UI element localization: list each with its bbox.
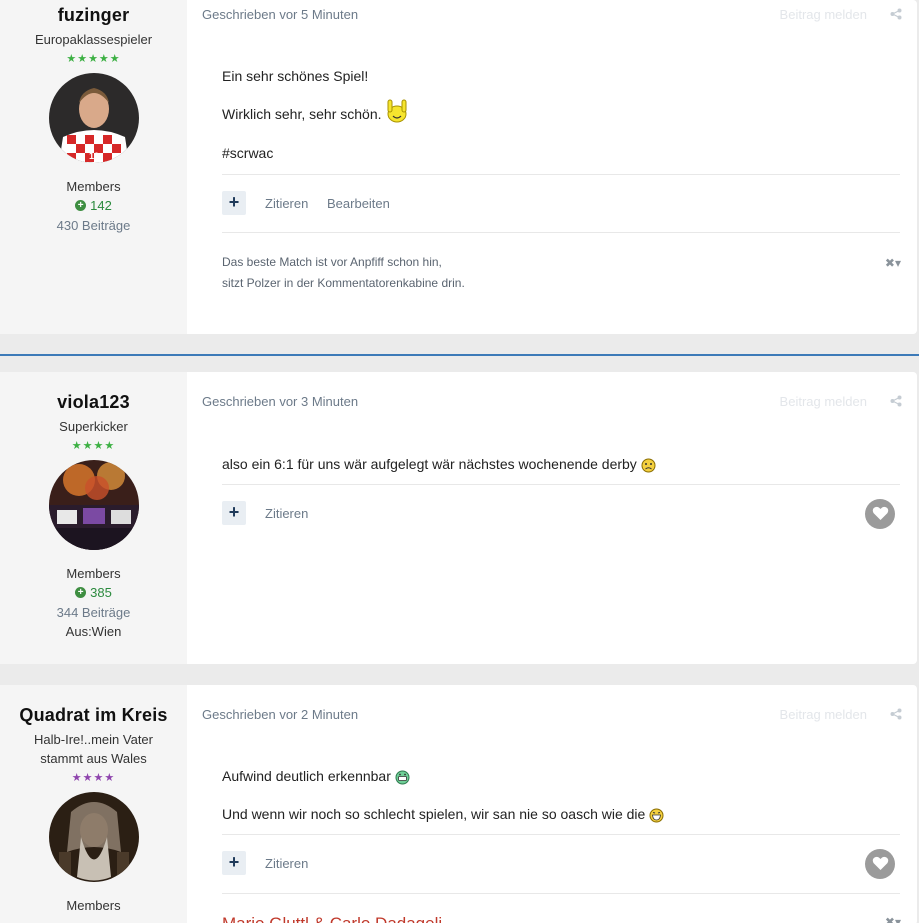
quote-button[interactable]: Zitieren bbox=[265, 856, 308, 871]
heart-icon bbox=[872, 856, 888, 870]
separator bbox=[222, 893, 900, 894]
member-group: Members bbox=[66, 566, 121, 581]
report-link[interactable]: Beitrag melden bbox=[780, 707, 867, 722]
laughing-emoji-icon bbox=[649, 808, 664, 823]
post-body: Geschrieben vor 5 Minuten Beitrag melden… bbox=[187, 0, 917, 334]
reaction-plus-button[interactable]: + bbox=[222, 501, 246, 525]
post-time[interactable]: Geschrieben vor 2 Minuten bbox=[202, 707, 358, 722]
share-icon[interactable] bbox=[890, 708, 902, 720]
author-panel: Quadrat im Kreis Halb-Ire!..mein Vater s… bbox=[0, 685, 187, 923]
signature-line: Mario Gluttl & Carlo Dadaqelj bbox=[222, 913, 442, 923]
member-group: Members bbox=[66, 179, 121, 194]
separator bbox=[222, 174, 900, 175]
signature-controls[interactable]: ✖▾ bbox=[885, 915, 901, 923]
report-link[interactable]: Beitrag melden bbox=[780, 7, 867, 22]
post-content: Ein sehr schönes Spiel! Wirklich sehr, s… bbox=[222, 67, 900, 182]
quote-button[interactable]: Zitieren bbox=[265, 196, 308, 211]
author-panel: fuzinger Europaklassespieler ★★★★★ 10 Me… bbox=[0, 0, 187, 334]
author-title: Halb-Ire!..mein Vater stammt aus Wales bbox=[34, 732, 153, 766]
avatar[interactable] bbox=[48, 792, 139, 882]
author-name[interactable]: fuzinger bbox=[0, 5, 187, 26]
new-posts-divider bbox=[0, 354, 919, 356]
reaction-plus-button[interactable]: + bbox=[222, 851, 246, 875]
separator bbox=[222, 484, 900, 485]
content-line: Und wenn wir noch so schlecht spielen, w… bbox=[222, 805, 900, 823]
signature: Mario Gluttl & Carlo Dadaqelj bbox=[222, 913, 442, 923]
rock-hand-emoji-icon bbox=[387, 99, 407, 123]
signature-line: sitzt Polzer in der Kommentatorenkabine … bbox=[222, 276, 465, 290]
content-text: Aufwind deutlich erkennbar bbox=[222, 768, 391, 784]
author-title: Superkicker bbox=[59, 419, 128, 434]
post-time[interactable]: Geschrieben vor 3 Minuten bbox=[202, 394, 358, 409]
post-content: also ein 6:1 für uns wär aufgelegt wär n… bbox=[222, 455, 900, 493]
content-line: Aufwind deutlich erkennbar bbox=[222, 767, 900, 785]
separator bbox=[222, 232, 900, 233]
share-icon[interactable] bbox=[890, 8, 902, 20]
content-line: Wirklich sehr, sehr schön. bbox=[222, 99, 900, 124]
post-time[interactable]: Geschrieben vor 5 Minuten bbox=[202, 7, 358, 22]
post-body: Geschrieben vor 2 Minuten Beitrag melden… bbox=[187, 685, 917, 923]
quote-button[interactable]: Zitieren bbox=[265, 506, 308, 521]
signature: Das beste Match ist vor Anpfiff schon hi… bbox=[222, 252, 465, 294]
member-group: Members bbox=[66, 898, 121, 913]
content-text: Wirklich sehr, sehr schön. bbox=[222, 106, 382, 122]
plus-circle-icon: + bbox=[75, 587, 87, 598]
reputation: + 385 bbox=[0, 585, 187, 600]
grin-emoji-icon bbox=[395, 770, 410, 785]
separator bbox=[222, 834, 900, 835]
reputation-value: 142 bbox=[90, 198, 112, 213]
content-line: also ein 6:1 für uns wär aufgelegt wär n… bbox=[222, 455, 900, 473]
reaction-plus-button[interactable]: + bbox=[222, 191, 246, 215]
content-line: Ein sehr schönes Spiel! bbox=[222, 68, 369, 84]
edit-button[interactable]: Bearbeiten bbox=[327, 196, 390, 211]
author-name[interactable]: viola123 bbox=[0, 392, 187, 413]
post-body: Geschrieben vor 3 Minuten Beitrag melden… bbox=[187, 372, 917, 664]
post-content: Aufwind deutlich erkennbar Und wenn wir … bbox=[222, 767, 900, 843]
reputation: + 142 bbox=[0, 198, 187, 213]
content-line: #scrwac bbox=[222, 145, 274, 162]
rank-stars: ★★★★★ bbox=[66, 53, 121, 65]
signature-line: Das beste Match ist vor Anpfiff schon hi… bbox=[222, 255, 442, 269]
heart-icon bbox=[872, 506, 888, 520]
author-title: Europaklassespieler bbox=[34, 32, 153, 47]
content-text: also ein 6:1 für uns wär aufgelegt wär n… bbox=[222, 456, 637, 472]
rank-stars: ★★★★ bbox=[71, 440, 116, 452]
svg-text:10: 10 bbox=[89, 151, 99, 161]
post-fuzinger: fuzinger Europaklassespieler ★★★★★ 10 Me… bbox=[0, 0, 917, 334]
plus-circle-icon: + bbox=[75, 200, 87, 211]
signature-controls[interactable]: ✖▾ bbox=[885, 256, 901, 270]
location: Aus:Wien bbox=[65, 624, 122, 639]
post-count[interactable]: 344 Beiträge bbox=[0, 605, 187, 620]
reputation-value: 385 bbox=[90, 585, 112, 600]
content-text: Und wenn wir noch so schlecht spielen, w… bbox=[222, 806, 646, 822]
author-name[interactable]: Quadrat im Kreis bbox=[0, 705, 187, 726]
avatar[interactable] bbox=[48, 460, 139, 550]
post-count[interactable]: 430 Beiträge bbox=[0, 218, 187, 233]
avatar[interactable]: 10 bbox=[48, 73, 139, 163]
like-button[interactable] bbox=[865, 849, 895, 879]
like-button[interactable] bbox=[865, 499, 895, 529]
rank-stars: ★★★★ bbox=[71, 772, 116, 784]
post-quadrat-im-kreis: Quadrat im Kreis Halb-Ire!..mein Vater s… bbox=[0, 685, 917, 923]
worried-emoji-icon bbox=[641, 458, 656, 473]
share-icon[interactable] bbox=[890, 395, 902, 407]
post-viola123: viola123 Superkicker ★★★★ Members + 385 … bbox=[0, 372, 917, 664]
report-link[interactable]: Beitrag melden bbox=[780, 394, 867, 409]
author-panel: viola123 Superkicker ★★★★ Members + 385 … bbox=[0, 372, 187, 664]
